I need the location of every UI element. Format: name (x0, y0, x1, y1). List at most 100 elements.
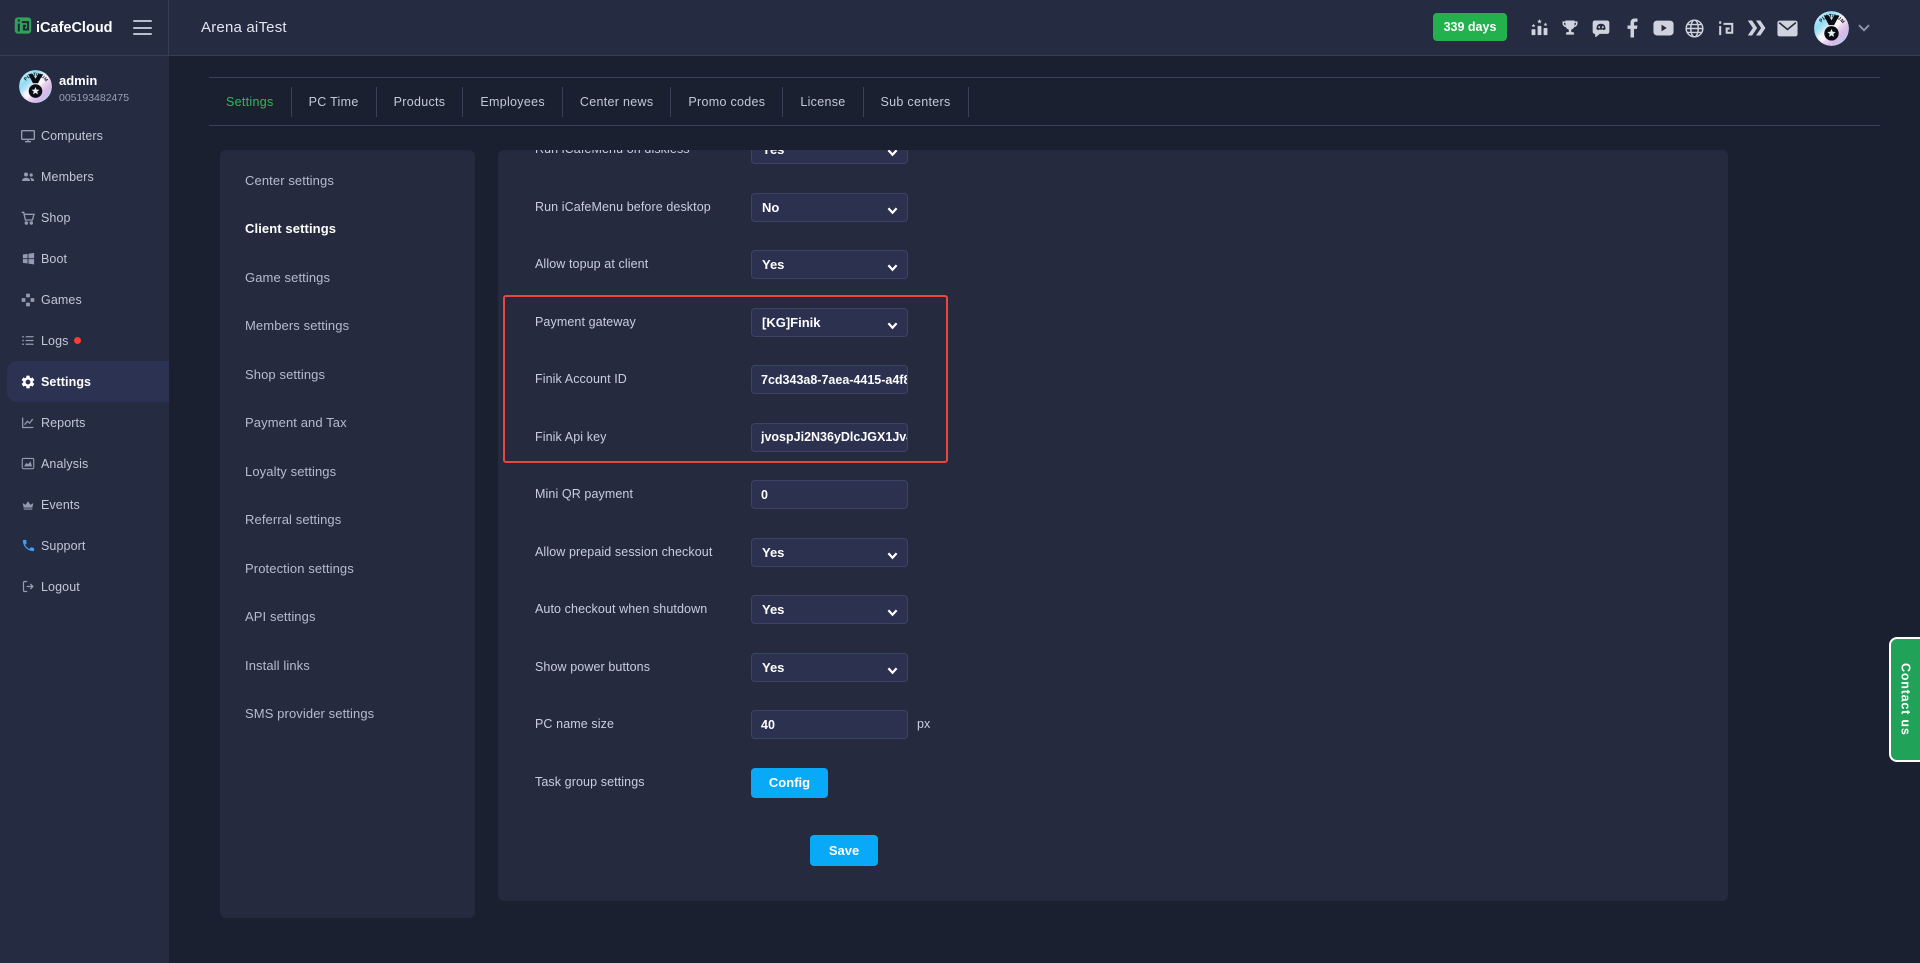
form-row-task-group-settings: Task group settings Config (498, 768, 1728, 797)
select-run-icafemenu-before-desktop[interactable]: No (751, 193, 908, 222)
tab-center-news[interactable]: Center news (563, 78, 670, 125)
settings-nav-center-settings[interactable]: Center settings (220, 166, 475, 196)
topbar: iCafeCloud Arena aiTest 339 days PLATINU… (0, 0, 1920, 56)
i2-mark-icon[interactable] (1714, 17, 1736, 39)
ranking-icon[interactable] (1528, 17, 1550, 39)
sidebar-user-texts: admin 005193482475 (59, 70, 129, 104)
form-label: Allow prepaid session checkout (535, 538, 712, 567)
settings-nav-referral-settings[interactable]: Referral settings (220, 505, 475, 535)
tab-license[interactable]: License (783, 78, 862, 125)
input-finik-account-id[interactable] (751, 365, 908, 394)
sidebar-item-settings[interactable]: Settings (7, 361, 169, 402)
sidebar-item-logout[interactable]: Logout (0, 566, 169, 607)
monitor-icon (20, 128, 36, 144)
tab-pc-time[interactable]: PC Time (292, 78, 376, 125)
settings-nav-install-links[interactable]: Install links (220, 651, 475, 681)
sidebar-item-label: Analysis (41, 457, 88, 471)
sidebar-item-support[interactable]: Support (0, 525, 169, 566)
sidebar-item-label: Games (41, 293, 82, 307)
settings-nav-shop-settings[interactable]: Shop settings (220, 360, 475, 390)
form-label: Mini QR payment (535, 480, 633, 509)
form-row-run-icafemenu-before-desktop: Run iCafeMenu before desktop No (498, 193, 1728, 222)
form-row-allow-topup-at-client: Allow topup at clientYes (498, 250, 1728, 279)
topbar-icon-row (1528, 0, 1798, 56)
sidebar-item-boot[interactable]: Boot (0, 238, 169, 279)
sidebar-toggle-icon[interactable] (133, 18, 152, 37)
tab-products[interactable]: Products (377, 78, 463, 125)
sidebar-item-games[interactable]: Games (0, 279, 169, 320)
tab-employees[interactable]: Employees (463, 78, 562, 125)
form-row-pc-name-size: PC name sizepx (498, 710, 1728, 739)
hamburger-bar (133, 20, 152, 22)
globe-icon[interactable] (1683, 17, 1705, 39)
chevron-down-icon (887, 663, 898, 681)
select-payment-gateway[interactable]: [KG]Finik (751, 308, 908, 337)
contact-us-button[interactable]: Contact us (1889, 637, 1920, 762)
sidebar-item-label: Logs (41, 334, 69, 348)
tab-sub-centers[interactable]: Sub centers (864, 78, 968, 125)
form-row-finik-api-key: Finik Api key (498, 423, 1728, 452)
brand-logo-text: iCafeCloud (36, 20, 113, 36)
select-value: Yes (762, 602, 784, 617)
user-avatar: PLATINUM (19, 70, 52, 104)
logout-icon (20, 579, 36, 595)
chart-line-icon (20, 415, 36, 431)
trophy-icon[interactable] (1559, 17, 1581, 39)
input-pc-name-size[interactable] (751, 710, 908, 739)
settings-nav-sms-provider-settings[interactable]: SMS provider settings (220, 699, 475, 729)
input-finik-api-key[interactable] (751, 423, 908, 452)
youtube-icon[interactable] (1652, 17, 1674, 39)
logs-alert-dot (74, 337, 81, 344)
chevron-down-icon (1858, 19, 1870, 37)
sidebar-item-reports[interactable]: Reports (0, 402, 169, 443)
double-chevron-icon[interactable] (1745, 17, 1767, 39)
facebook-icon[interactable] (1621, 17, 1643, 39)
settings-nav-payment-and-tax[interactable]: Payment and Tax (220, 408, 475, 438)
select-auto-checkout-when-shutdown[interactable]: Yes (751, 595, 908, 624)
settings-nav-client-settings[interactable]: Client settings (220, 214, 475, 244)
select-value: Yes (762, 660, 784, 675)
form-label: Task group settings (535, 768, 645, 797)
tab-promo-codes[interactable]: Promo codes (671, 78, 782, 125)
form-label: Run iCafeMenu before desktop (535, 193, 711, 222)
discord-icon[interactable] (1590, 17, 1612, 39)
sidebar-menu: ComputersMembersShopBoot Games Logs Setting… (0, 115, 169, 607)
sidebar-item-members[interactable]: Members (0, 156, 169, 197)
sidebar-user-block: PLATINUM admin 005193482475 (19, 70, 129, 104)
save-button[interactable]: Save (810, 835, 878, 866)
sidebar-item-events[interactable]: Events (0, 484, 169, 525)
list-icon (20, 333, 36, 349)
settings-nav-members-settings[interactable]: Members settings (220, 311, 475, 341)
settings-nav-api-settings[interactable]: API settings (220, 602, 475, 632)
settings-nav-game-settings[interactable]: Game settings (220, 263, 475, 293)
windows-icon (20, 251, 36, 267)
select-show-power-buttons[interactable]: Yes (751, 653, 908, 682)
user-menu[interactable]: PLATINUM (1814, 0, 1870, 56)
select-allow-prepaid-session-checkout[interactable]: Yes (751, 538, 908, 567)
select-allow-topup-at-client[interactable]: Yes (751, 250, 908, 279)
sidebar-item-label: Logout (41, 580, 80, 594)
settings-nav-loyalty-settings[interactable]: Loyalty settings (220, 457, 475, 487)
sidebar: PLATINUM admin 005193482475 ComputersMem… (0, 56, 169, 963)
settings-nav-protection-settings[interactable]: Protection settings (220, 554, 475, 584)
sidebar-item-computers[interactable]: Computers (0, 115, 169, 156)
select-run-icafemenu-on-diskless[interactable]: Yes (751, 150, 908, 164)
user-name: admin (59, 73, 129, 88)
sidebar-item-logs[interactable]: Logs (0, 320, 169, 361)
sidebar-item-analysis[interactable]: Analysis (0, 443, 169, 484)
tab-settings[interactable]: Settings (209, 78, 291, 125)
input-mini-qr-payment[interactable] (751, 480, 908, 509)
user-avatar: PLATINUM (1814, 11, 1849, 46)
form-row-auto-checkout-when-shutdown: Auto checkout when shutdownYes (498, 595, 1728, 624)
gear-icon (20, 374, 36, 390)
form-label: Payment gateway (535, 308, 636, 337)
sidebar-item-shop[interactable]: Shop (0, 197, 169, 238)
chart-area-icon (20, 456, 36, 472)
license-days-badge[interactable]: 339 days (1433, 13, 1507, 41)
chevron-down-icon (887, 605, 898, 623)
select-value: Yes (762, 257, 784, 272)
mail-icon[interactable] (1776, 17, 1798, 39)
hamburger-bar (133, 33, 152, 35)
config-button[interactable]: Config (751, 768, 828, 798)
brand-logo[interactable]: iCafeCloud (14, 17, 113, 39)
